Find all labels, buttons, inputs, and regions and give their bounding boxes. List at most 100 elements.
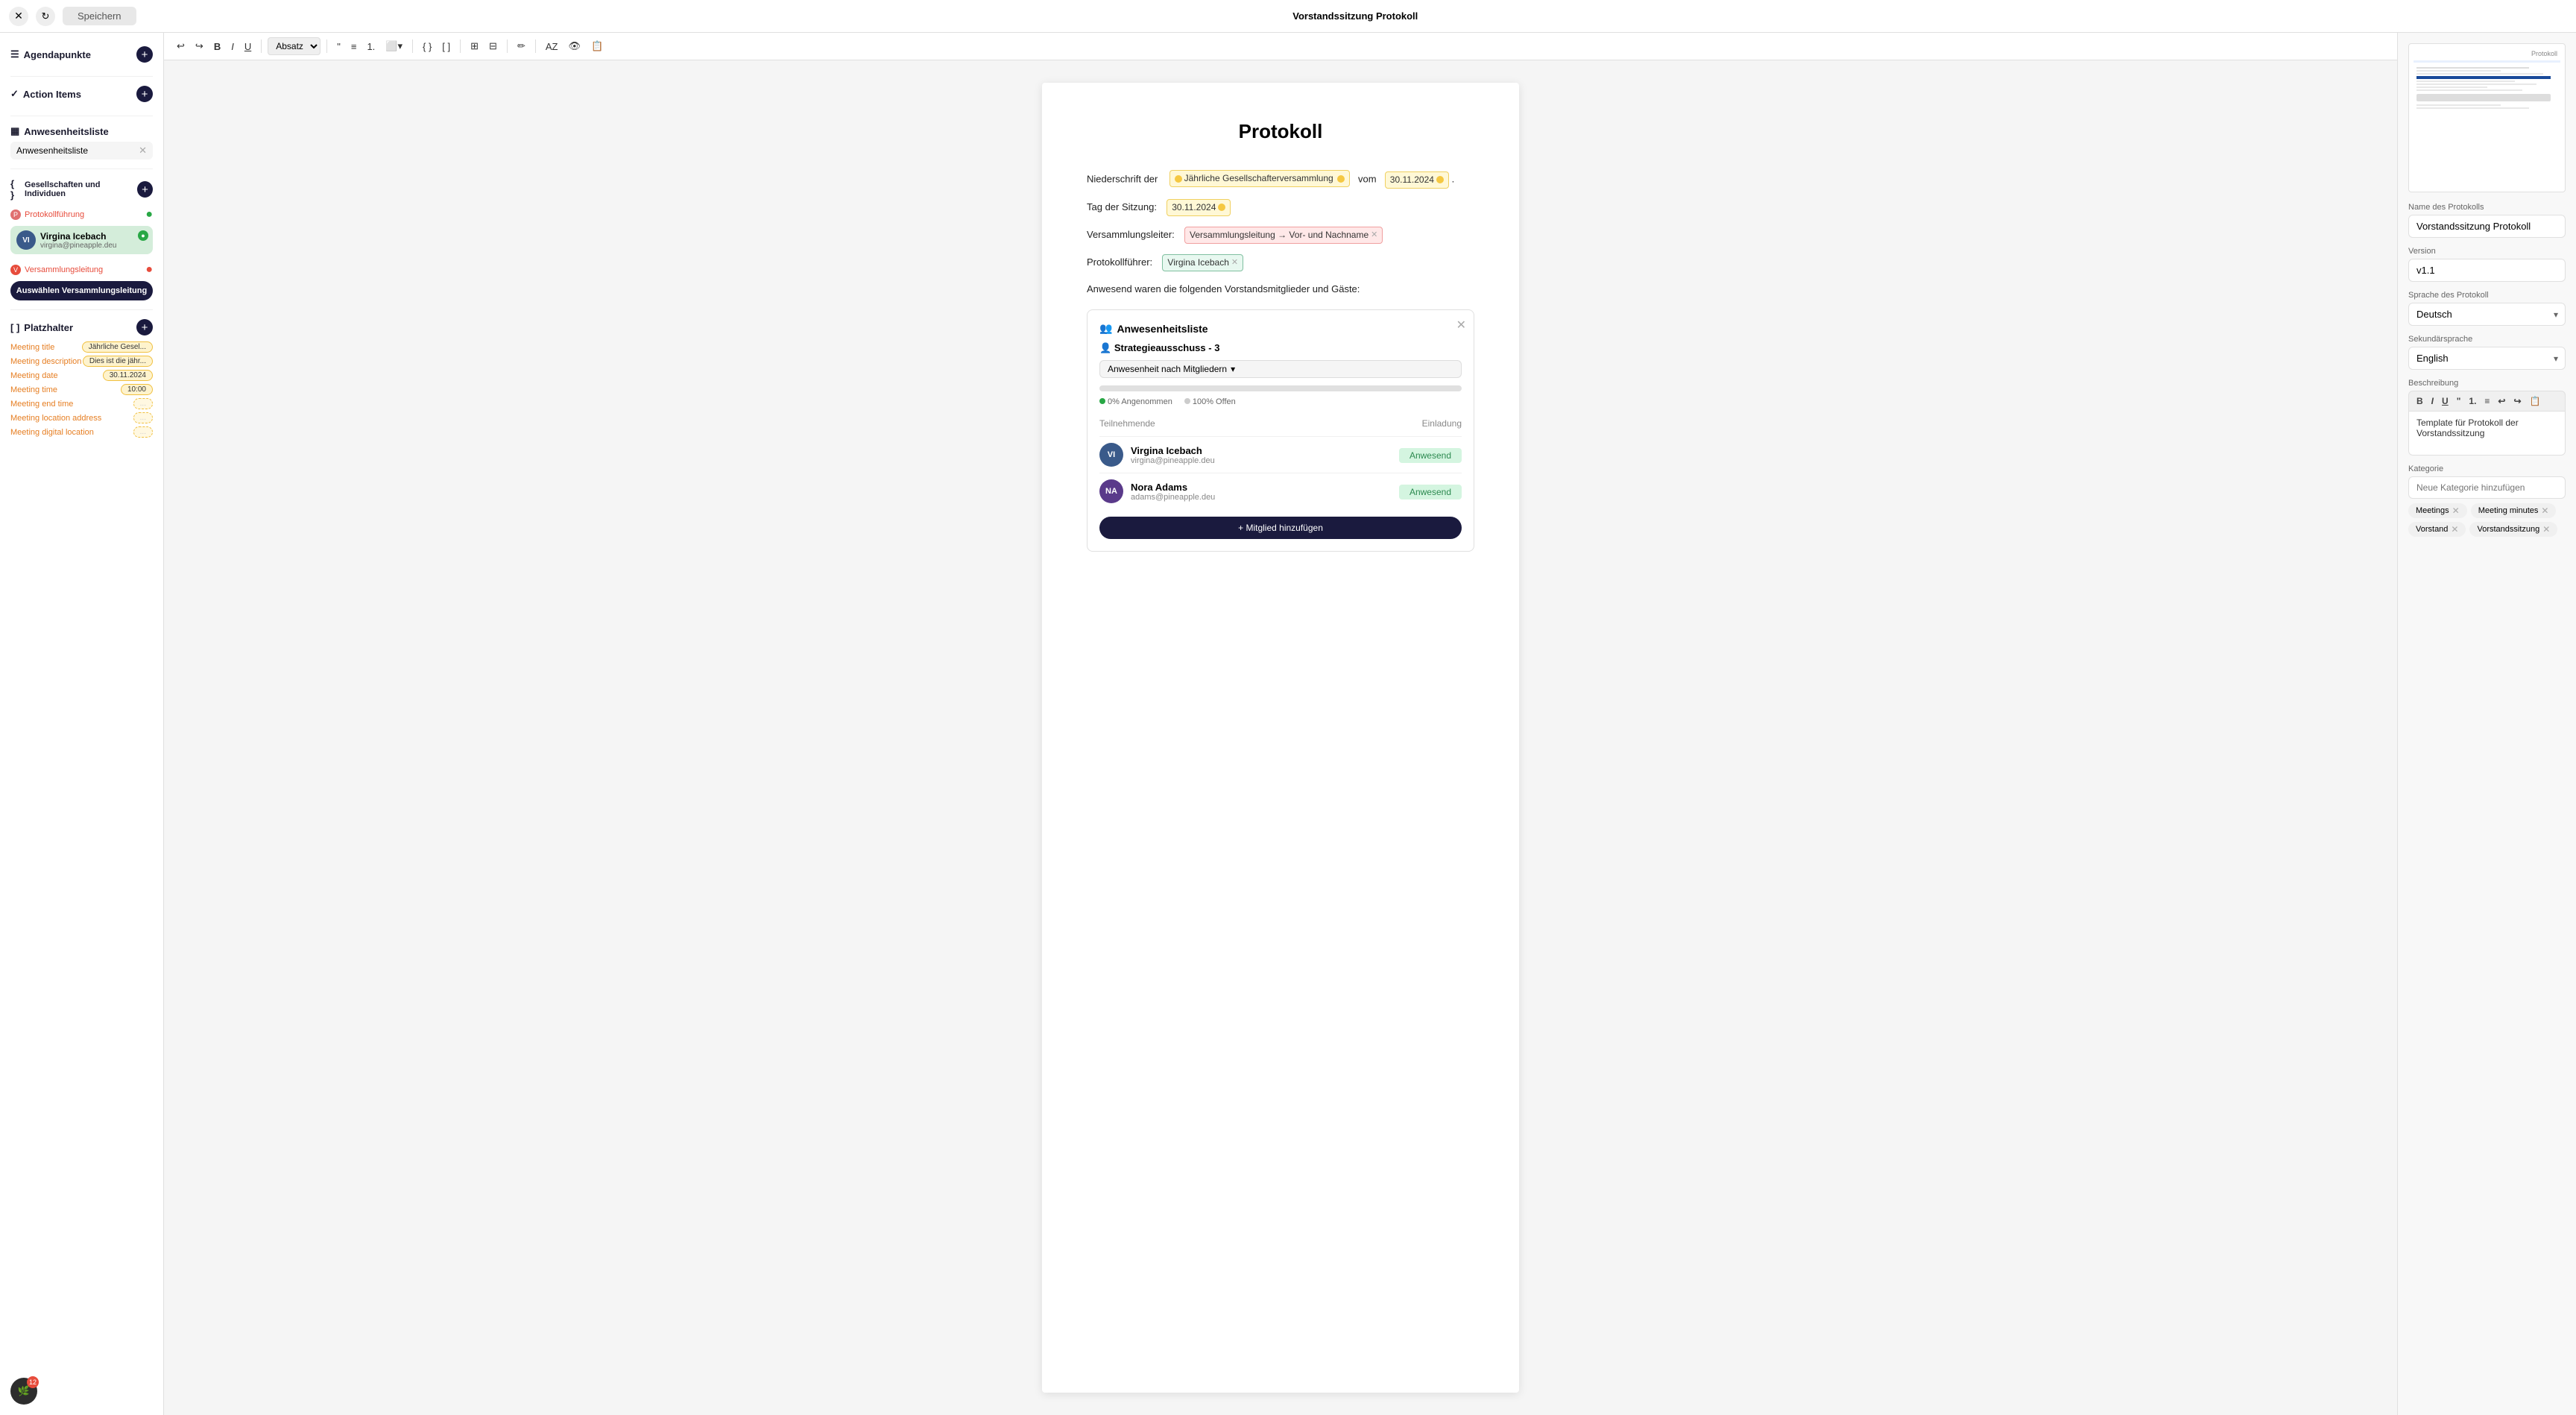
desc-bold-button[interactable]: B [2414,394,2426,408]
description-body[interactable]: Template für Protokoll der Vorstandssitz… [2408,411,2566,456]
category-tag: Vorstand✕ [2408,522,2466,537]
versammlungsleiter-tag[interactable]: Versammlungsleitung → Vor- und Nachname … [1184,227,1383,244]
add-attendee-button[interactable]: + Mitglied hinzufügen [1099,517,1462,539]
language-select[interactable]: Deutsch English [2408,303,2566,326]
notification-icon: 🌿 [18,1385,30,1397]
role2-icon: V [10,265,21,275]
select-versammlungsleitung-button[interactable]: Auswählen Versammlungsleitung [10,281,153,300]
desc-ordered-list-button[interactable]: 1. [2466,394,2479,408]
group-people-icon: 👤 [1099,342,1111,353]
version-input[interactable] [2408,259,2566,282]
left-sidebar: ☰ Agendapunkte + ✓ Action Items + ▦ [0,33,164,1415]
ordered-list-button[interactable]: 1. [363,38,379,55]
role-icon: P [10,209,21,220]
desc-redo-button[interactable]: ↪ [2510,394,2524,408]
placeholder-label: Meeting description [10,357,81,366]
quote-button[interactable]: " [333,38,344,55]
document-page: Protokoll Niederschrift der Jährliche Ge… [1042,83,1519,1393]
attendance-table: Teilnehmende Einladung VI Virgina Icebac… [1099,415,1462,509]
document-scroll[interactable]: Protokoll Niederschrift der Jährliche Ge… [164,60,2397,1415]
group-name: 👤 Strategieausschuss - 3 [1099,342,1462,354]
attendance-block: ✕ 👥 Anwesenheitsliste 👤 Strategieausschu… [1087,309,1474,552]
close-button[interactable]: ✕ [9,7,28,26]
description-toolbar: B I U " 1. ≡ ↩ ↪ 📋 [2408,391,2566,411]
placeholder-label: Meeting date [10,371,58,380]
remove-tag-button[interactable]: ✕ [2451,524,2458,535]
underline-button[interactable]: U [241,38,255,55]
placeholder-value[interactable]: Dies ist die jähr... [83,356,153,367]
attendance-section-header[interactable]: ▦ Anwesenheitsliste [10,125,153,137]
placeholder-value[interactable]: 30.11.2024 [103,370,153,381]
agenda-section-header[interactable]: ☰ Agendapunkte + [10,46,153,63]
placeholder-section-header[interactable]: [ ] Platzhalter + [10,319,153,335]
save-button[interactable]: Speichern [63,7,136,25]
progress-bar [1099,385,1462,391]
placeholder-value: ... [133,412,153,423]
placeholder-label: Meeting end time [10,400,73,409]
bracket-button[interactable]: [ ] [438,38,454,55]
align-button[interactable]: ⬜▾ [382,37,406,55]
category-input[interactable] [2408,476,2566,499]
desc-unordered-list-button[interactable]: ≡ [2481,394,2493,408]
desc-italic-button[interactable]: I [2428,394,2437,408]
minimap-preview [2414,64,2560,112]
preview-button[interactable]: 👁 [564,37,584,55]
minimap-label: Protokoll [2414,48,2560,59]
clipboard-button[interactable]: 📋 [587,37,607,55]
placeholder-row: Meeting title Jährliche Gesel... [10,340,153,354]
attendance-tag-remove[interactable]: ✕ [139,145,147,157]
paragraph-select[interactable]: Absatz [268,37,321,55]
unordered-list-button[interactable]: ≡ [347,38,361,55]
translate-icon[interactable]: AZ [542,38,562,55]
refresh-icon[interactable]: ↻ [36,7,55,26]
name-input[interactable] [2408,215,2566,238]
meeting-date-tag[interactable]: 30.11.2024 [1385,171,1449,189]
redo-button[interactable]: ↪ [192,37,207,55]
remove-tag-button[interactable]: ✕ [2542,524,2550,535]
person-badge: ● [138,230,148,241]
add-placeholder-button[interactable]: + [136,319,153,335]
columns-button[interactable]: ⊟ [485,37,501,55]
member-email: virgina@pineapple.deu [1131,456,1215,465]
agenda-label: Agendapunkte [24,49,91,60]
remove-tag-button[interactable]: ✕ [2541,505,2548,516]
desc-clipboard-button[interactable]: 📋 [2527,394,2544,408]
meeting-title-tag[interactable]: Jährliche Gesellschafterversammlung [1169,170,1350,187]
notification-button[interactable]: 🌿 12 [10,1378,37,1405]
doc-line-3: Versammlungsleiter: Versammlungsleitung … [1087,227,1474,244]
bold-button[interactable]: B [210,38,224,55]
desc-undo-button[interactable]: ↩ [2495,394,2508,408]
highlight-button[interactable]: ✏ [514,37,529,55]
desc-underline-button[interactable]: U [2439,394,2452,408]
table-button[interactable]: ⊞ [467,37,482,55]
pip3-icon [1436,176,1444,183]
doc-line-4: Protokollführer: Virgina Icebach ✕ [1087,254,1474,271]
group-icon: 👥 [1099,322,1112,335]
add-action-button[interactable]: + [136,86,153,102]
meeting-date-tag2[interactable]: 30.11.2024 [1167,199,1231,216]
attendance-close-button[interactable]: ✕ [1456,318,1466,333]
italic-button[interactable]: I [227,38,238,55]
remove-tag-button[interactable]: ✕ [2452,505,2460,516]
attendance-label: Anwesenheitsliste [24,126,108,137]
secondary-language-select[interactable]: English Deutsch [2408,347,2566,370]
desc-quote-button[interactable]: " [2454,394,2464,408]
placeholder-value[interactable]: 10:00 [121,384,153,395]
description-label: Beschreibung [2408,379,2566,388]
tag-remove[interactable]: ✕ [1371,229,1377,242]
action-items-section-header[interactable]: ✓ Action Items + [10,86,153,102]
add-agenda-button[interactable]: + [136,46,153,63]
protokollfuhrer-tag[interactable]: Virgina Icebach ✕ [1162,254,1243,271]
code-button[interactable]: { } [419,38,435,55]
attendance-dropdown[interactable]: Anwesenheit nach Mitgliedern ▾ [1099,360,1462,378]
role-check: ● [145,208,153,221]
placeholder-value[interactable]: Jährliche Gesel... [82,341,153,353]
member-name: Nora Adams [1131,482,1215,493]
document-main-title: Protokoll [1087,120,1474,143]
tag-remove2[interactable]: ✕ [1231,256,1238,270]
agenda-icon: ☰ [10,48,19,60]
undo-button[interactable]: ↩ [173,37,189,55]
accepted-dot [1099,398,1105,404]
societies-section-header[interactable]: { } Gesellschaften und Individuen + [10,178,153,201]
add-society-button[interactable]: + [137,181,153,198]
